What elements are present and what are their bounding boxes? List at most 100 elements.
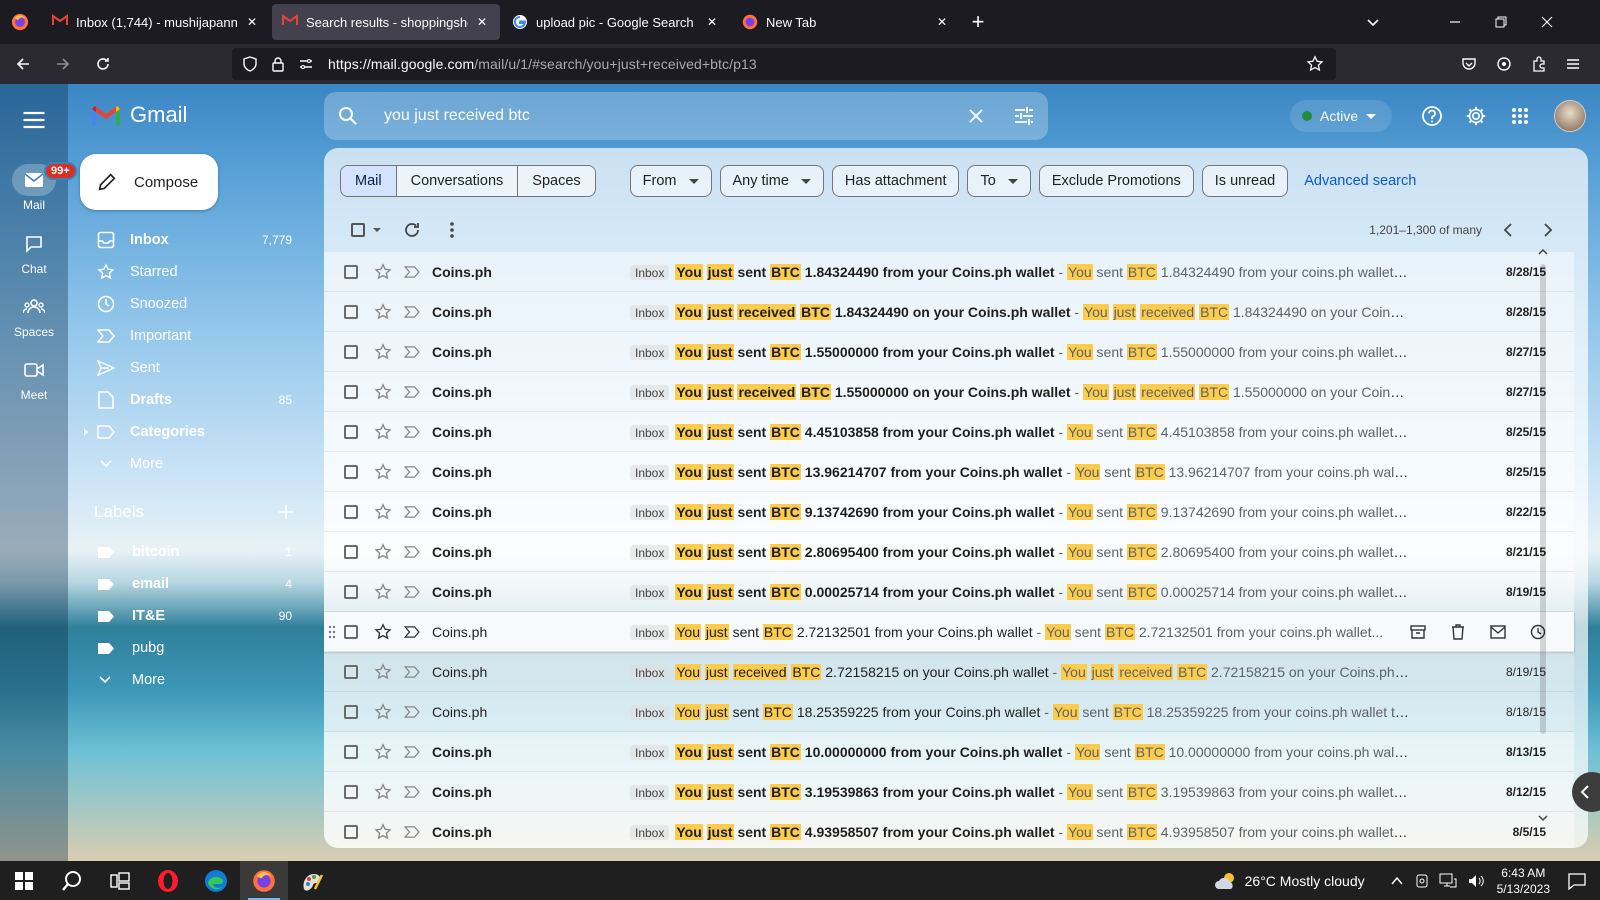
- taskbar-clock[interactable]: 6:43 AM 5/13/2023: [1497, 865, 1550, 897]
- star-icon[interactable]: [374, 342, 392, 361]
- minimize-icon[interactable]: [1432, 0, 1478, 44]
- url-text[interactable]: https://mail.google.com/mail/u/1/#search…: [328, 56, 757, 72]
- label-pubg[interactable]: pubg: [68, 632, 318, 664]
- table-row[interactable]: Coins.ph Inbox You just received BTC 2.721…: [324, 652, 1574, 692]
- filter-chip-from[interactable]: From: [629, 165, 712, 197]
- table-row[interactable]: Coins.ph Inbox You just sent BTC 0.0002571…: [324, 572, 1574, 612]
- row-checkbox[interactable]: [344, 704, 358, 719]
- row-checkbox[interactable]: [344, 824, 358, 839]
- sidebar-item-inbox[interactable]: Inbox 7,779: [68, 224, 318, 256]
- important-marker-icon[interactable]: [404, 625, 420, 638]
- row-checkbox[interactable]: [344, 264, 358, 279]
- add-label-icon[interactable]: [278, 504, 294, 520]
- pocket-icon[interactable]: [1452, 48, 1486, 80]
- table-row[interactable]: Coins.ph Inbox You just sent BTC 10.000000…: [324, 732, 1574, 772]
- weather-cloud-icon[interactable]: [1213, 871, 1239, 891]
- filter-chip-any-time[interactable]: Any time: [719, 165, 824, 197]
- close-window-icon[interactable]: [1524, 0, 1570, 44]
- star-icon[interactable]: [374, 462, 392, 481]
- sync-account-icon[interactable]: [1487, 48, 1521, 80]
- important-marker-icon[interactable]: [404, 385, 420, 398]
- firefox-taskbar-icon[interactable]: [240, 861, 288, 900]
- important-marker-icon[interactable]: [404, 665, 420, 678]
- star-icon[interactable]: [374, 502, 392, 521]
- table-row[interactable]: Coins.ph Inbox You just sent BTC 2.7213250…: [324, 612, 1574, 652]
- important-marker-icon[interactable]: [404, 305, 420, 318]
- close-tab-icon[interactable]: ✕: [934, 15, 950, 29]
- table-row[interactable]: Coins.ph Inbox You just sent BTC 4.9395850…: [324, 812, 1574, 848]
- archive-icon[interactable]: [1398, 616, 1438, 648]
- reload-icon[interactable]: [86, 47, 120, 81]
- star-icon[interactable]: [374, 702, 392, 721]
- new-tab-button[interactable]: +: [960, 4, 996, 40]
- star-icon[interactable]: [374, 542, 392, 561]
- edge-icon[interactable]: [192, 861, 240, 900]
- table-row[interactable]: Coins.ph Inbox You just sent BTC 9.1374269…: [324, 492, 1574, 532]
- rail-spaces[interactable]: Spaces: [0, 291, 68, 339]
- main-menu-icon[interactable]: [20, 106, 48, 134]
- address-bar[interactable]: https://mail.google.com/mail/u/1/#search…: [232, 48, 1336, 80]
- taskbar-search-icon[interactable]: [48, 861, 96, 900]
- important-marker-icon[interactable]: [404, 825, 420, 838]
- app-menu-icon[interactable]: [1556, 48, 1590, 80]
- row-checkbox[interactable]: [344, 664, 358, 679]
- back-arrow-icon[interactable]: [6, 47, 40, 81]
- label-more[interactable]: More: [68, 664, 318, 696]
- forward-arrow-icon[interactable]: [46, 47, 80, 81]
- important-marker-icon[interactable]: [404, 745, 420, 758]
- permissions-icon[interactable]: [298, 56, 314, 72]
- star-icon[interactable]: [374, 662, 392, 681]
- row-checkbox[interactable]: [344, 424, 358, 439]
- row-checkbox[interactable]: [344, 464, 358, 479]
- row-checkbox[interactable]: [344, 304, 358, 319]
- delete-icon[interactable]: [1438, 616, 1478, 648]
- browser-tab[interactable]: New Tab ✕: [732, 4, 960, 40]
- star-icon[interactable]: [374, 582, 392, 601]
- browser-tab[interactable]: upload pic - Google Search ✕: [502, 4, 730, 40]
- help-icon[interactable]: [1416, 100, 1448, 132]
- sidebar-item-more[interactable]: More: [68, 448, 318, 480]
- row-checkbox[interactable]: [344, 504, 358, 519]
- search-options-icon[interactable]: [1000, 92, 1048, 140]
- advanced-search-link[interactable]: Advanced search: [1304, 173, 1416, 189]
- table-row[interactable]: Coins.ph Inbox You just sent BTC 18.253592…: [324, 692, 1574, 732]
- volume-icon[interactable]: [1467, 873, 1485, 889]
- mark-unread-icon[interactable]: [1478, 616, 1518, 648]
- segment-conversations[interactable]: Conversations: [396, 166, 519, 196]
- expand-arrow-icon[interactable]: [84, 428, 88, 436]
- extensions-icon[interactable]: [1522, 48, 1556, 80]
- table-row[interactable]: Coins.ph Inbox You just sent BTC 3.1953986…: [324, 772, 1574, 812]
- table-row[interactable]: Coins.ph Inbox You just sent BTC 1.5500000…: [324, 332, 1574, 372]
- star-icon[interactable]: [374, 622, 392, 641]
- star-icon[interactable]: [374, 302, 392, 321]
- row-checkbox[interactable]: [344, 584, 358, 599]
- row-checkbox[interactable]: [344, 744, 358, 759]
- close-tab-icon[interactable]: ✕: [474, 15, 490, 29]
- sidebar-item-snoozed[interactable]: Snoozed: [68, 288, 318, 320]
- close-tab-icon[interactable]: ✕: [704, 15, 720, 29]
- apps-grid-icon[interactable]: [1504, 100, 1536, 132]
- opera-icon[interactable]: [144, 861, 192, 900]
- search-input[interactable]: you just received btc: [384, 107, 952, 125]
- refresh-icon[interactable]: [392, 210, 432, 250]
- segment-mail[interactable]: Mail: [341, 166, 397, 196]
- drag-handle-icon[interactable]: [328, 625, 338, 639]
- restore-icon[interactable]: [1478, 0, 1524, 44]
- important-marker-icon[interactable]: [404, 465, 420, 478]
- important-marker-icon[interactable]: [404, 545, 420, 558]
- sidebar-item-categories[interactable]: Categories: [68, 416, 318, 448]
- filter-chip-to[interactable]: To: [967, 165, 1031, 197]
- status-dropdown[interactable]: Active: [1290, 100, 1392, 132]
- gmail-logo[interactable]: Gmail: [90, 102, 187, 128]
- star-icon[interactable]: [374, 742, 392, 761]
- star-icon[interactable]: [374, 262, 392, 281]
- row-checkbox[interactable]: [344, 544, 358, 559]
- compose-button[interactable]: Compose: [80, 154, 218, 210]
- table-row[interactable]: Coins.ph Inbox You just sent BTC 2.8069540…: [324, 532, 1574, 572]
- sidebar-item-important[interactable]: Important: [68, 320, 318, 352]
- label-email[interactable]: email 4: [68, 568, 318, 600]
- weather-text[interactable]: 26°C Mostly cloudy: [1245, 873, 1365, 889]
- label-bitcoin[interactable]: bitcoin 1: [68, 536, 318, 568]
- label-it-e[interactable]: IT&E 90: [68, 600, 318, 632]
- select-all-checkbox[interactable]: [340, 210, 392, 250]
